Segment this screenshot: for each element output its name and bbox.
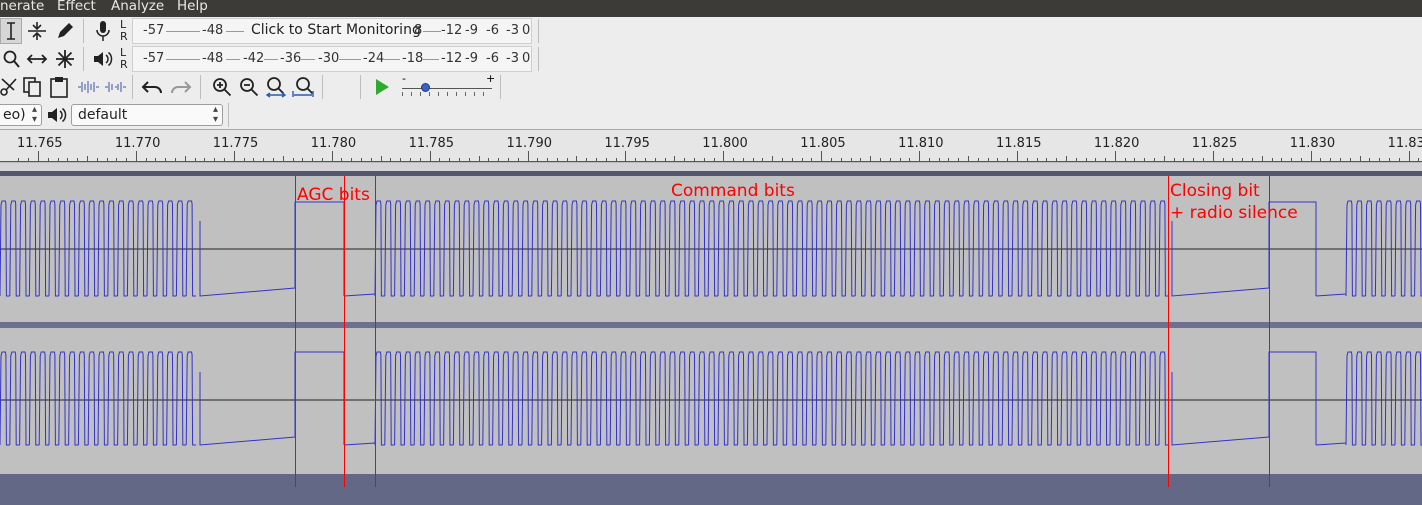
ruler-tick <box>234 151 235 162</box>
cut-icon[interactable] <box>0 75 18 99</box>
toolbar-row-2: LR -57 -48 -42 -36 -30 -24 -18 -12 -9 -6… <box>0 45 1422 74</box>
ruler-label: 11.795 <box>604 136 650 151</box>
ruler-tick <box>1311 151 1312 162</box>
play-lr-label: LR <box>120 46 128 71</box>
zoom-in-icon[interactable] <box>210 75 234 99</box>
playback-meter[interactable]: -57 -48 -42 -36 -30 -24 -18 -12 -9 -6 -3… <box>132 46 532 72</box>
marker-line-command-end <box>1168 176 1169 487</box>
ruler-label: 11.800 <box>702 136 748 151</box>
ruler-label: 11.790 <box>506 136 553 151</box>
ruler-label: 11.785 <box>408 136 455 151</box>
ruler-label: 11.805 <box>800 136 846 151</box>
ruler-label: 11.780 <box>310 136 357 151</box>
speaker-icon[interactable] <box>90 46 116 72</box>
record-meter-scale-57: -57 <box>143 23 165 38</box>
annotation-radio-silence: + radio silence <box>1170 203 1298 223</box>
ruler-tick <box>1115 151 1116 162</box>
time-shift-tool-icon[interactable] <box>24 46 50 72</box>
ruler-tick <box>528 151 529 162</box>
output-device-select[interactable]: default ▴ ▾ <box>71 104 223 126</box>
menu-effect[interactable]: Effect <box>57 0 96 14</box>
ruler-tick <box>1017 151 1018 162</box>
menu-help[interactable]: Help <box>177 0 208 14</box>
ruler-label: 11.830 <box>1289 136 1336 151</box>
channels-select[interactable]: eo) ▴ ▾ <box>0 104 42 126</box>
toolbar-row-1: LR -57 -48 Click to Start Monitoring 8 -… <box>0 17 1422 46</box>
track-channel-right[interactable] <box>0 328 1422 474</box>
undo-icon[interactable] <box>140 75 166 99</box>
zoom-tool-icon[interactable] <box>0 46 22 72</box>
menu-bar: nerate Effect Analyze Help <box>0 0 1422 17</box>
ruler-tick <box>430 151 431 162</box>
ruler-tick <box>821 151 822 162</box>
ruler-label: 11.820 <box>1093 136 1140 151</box>
ruler-tick <box>1213 151 1214 162</box>
fit-selection-icon[interactable] <box>264 75 288 99</box>
output-speaker-icon <box>46 103 68 127</box>
record-meter-scale-48: -48 <box>202 23 224 38</box>
redo-icon[interactable] <box>167 75 193 99</box>
ruler-tick <box>1409 151 1410 162</box>
ruler-tick <box>723 151 724 162</box>
click-to-start-monitoring[interactable]: Click to Start Monitoring <box>251 22 421 38</box>
ruler-tick <box>625 151 626 162</box>
fit-project-icon[interactable] <box>291 75 315 99</box>
ruler-label: 11.810 <box>898 136 944 151</box>
waveform-path <box>0 351 1422 446</box>
toolbar-row-3: - + <box>0 72 1422 102</box>
copy-icon[interactable] <box>20 75 44 99</box>
annotation-command-bits: Command bits <box>671 181 795 201</box>
annotation-agc-bits: AGC bits <box>297 185 370 205</box>
annotation-closing-bit: Closing bit <box>1170 181 1260 201</box>
ruler-tick <box>919 151 920 162</box>
trim-audio-icon[interactable] <box>76 75 100 99</box>
ruler-tick <box>332 151 333 162</box>
ruler-label: 11.825 <box>1191 136 1238 151</box>
zoom-out-icon[interactable] <box>237 75 261 99</box>
ruler-label: 11.765 <box>17 136 63 151</box>
ruler-label: 11.770 <box>114 136 161 151</box>
paste-icon[interactable] <box>47 75 71 99</box>
silence-audio-icon[interactable] <box>103 75 127 99</box>
record-meter[interactable]: -57 -48 Click to Start Monitoring 8 -12 … <box>132 18 532 44</box>
toolbar-row-4: eo) ▴ ▾ default ▴ ▾ <box>0 101 1422 130</box>
menu-analyze[interactable]: Analyze <box>111 0 164 14</box>
menu-generate[interactable]: nerate <box>0 0 44 14</box>
timeline-ruler[interactable]: 11.765 11.770 11.775 11.780 11.785 11.790 11.7… <box>0 129 1422 172</box>
combo-arrows-icon: ▴ ▾ <box>31 104 37 125</box>
combo-arrows-icon: ▴ ▾ <box>212 104 218 125</box>
ruler-tick <box>136 151 137 162</box>
ruler-label: 11.815 <box>996 136 1042 151</box>
microphone-icon[interactable] <box>90 18 116 44</box>
play-at-speed-icon[interactable] <box>370 75 394 99</box>
marker-line-agc-start <box>295 176 296 487</box>
marker-line-command-start <box>375 176 376 487</box>
selection-tool-icon[interactable] <box>0 18 22 44</box>
waveform-right <box>0 351 1422 446</box>
playback-speed-slider[interactable]: - + <box>400 72 496 99</box>
record-lr-label: LR <box>120 18 128 43</box>
ruler-label: 11.775 <box>212 136 259 151</box>
playback-speed-knob[interactable] <box>420 83 430 92</box>
draw-tool-icon[interactable] <box>52 18 78 44</box>
envelope-tool-icon[interactable] <box>24 18 50 44</box>
multi-tool-icon[interactable] <box>52 46 78 72</box>
ruler-label: 11.83 <box>1387 136 1422 151</box>
ruler-tick <box>38 151 39 162</box>
marker-line-agc-end <box>344 176 345 487</box>
